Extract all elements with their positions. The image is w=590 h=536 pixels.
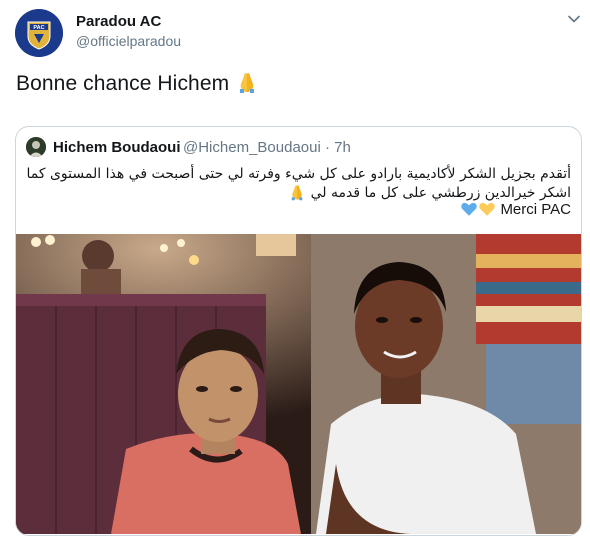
chevron-down-icon[interactable]: [566, 11, 582, 27]
blue-heart-icon: [460, 200, 478, 222]
quoted-time: · 7h: [324, 139, 351, 156]
quoted-signoff: Merci PAC: [460, 200, 571, 222]
quoted-display-name[interactable]: Hichem Boudaoui: [53, 139, 181, 156]
folded-hands-icon: [288, 183, 306, 206]
quoted-signoff-text: Merci PAC: [500, 201, 571, 218]
display-name[interactable]: Paradou AC: [76, 13, 161, 30]
user-handle[interactable]: @officielparadou: [76, 33, 181, 49]
quoted-handle: @Hichem_Boudaoui: [183, 139, 321, 156]
quoted-avatar: [26, 137, 46, 157]
paradou-logo: PAC: [15, 9, 63, 57]
tweet-text: Bonne chance Hichem: [16, 70, 259, 100]
quoted-handle-time: @Hichem_Boudaoui · 7h: [183, 139, 351, 156]
avatar[interactable]: PAC: [15, 9, 63, 57]
tweet-body: Bonne chance Hichem: [16, 72, 230, 95]
quoted-tweet[interactable]: Hichem Boudaoui @Hichem_Boudaoui · 7h أت…: [15, 126, 582, 536]
folded-hands-icon: [235, 70, 259, 100]
yellow-heart-icon: [478, 200, 496, 222]
avatar-text: PAC: [33, 25, 44, 31]
quoted-photo[interactable]: [16, 234, 581, 534]
